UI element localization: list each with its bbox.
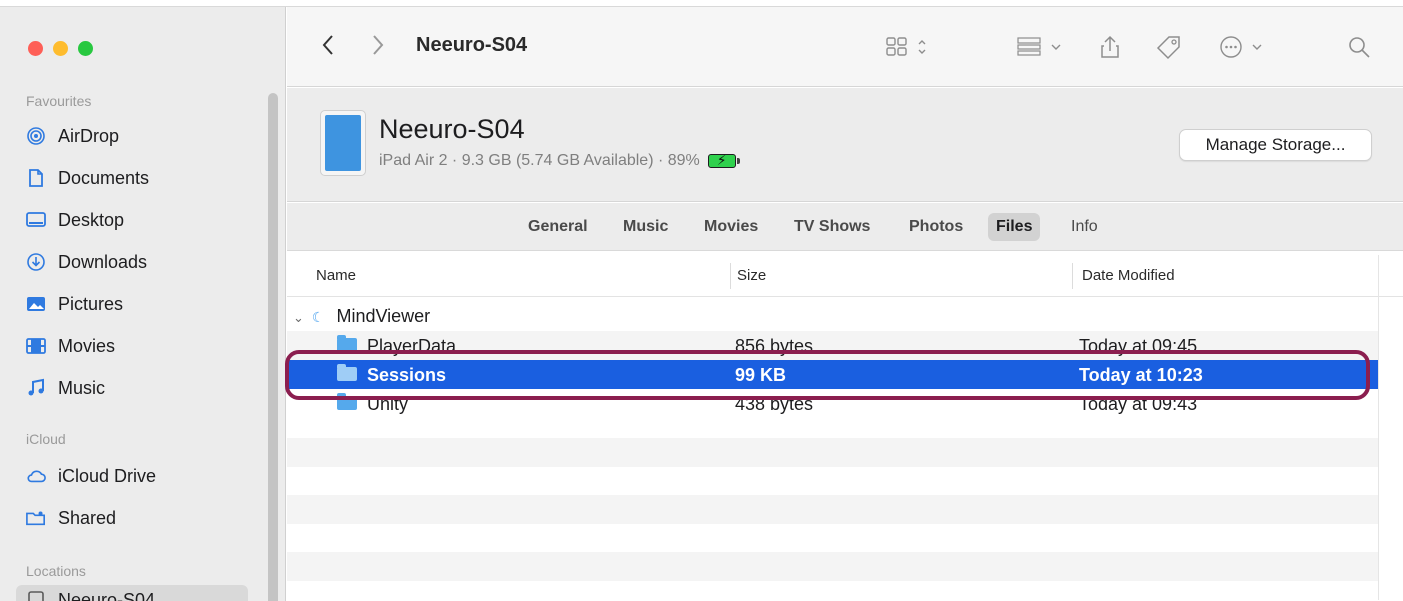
tag-icon[interactable] (1154, 35, 1184, 60)
file-date: Today at 10:23 (1079, 365, 1203, 385)
sidebar-item-icloud-drive[interactable]: iCloud Drive (26, 461, 256, 491)
column-header-date[interactable]: Date Modified (1082, 267, 1175, 284)
sidebar-item-label: Desktop (58, 209, 125, 230)
tab-general[interactable]: General (520, 213, 596, 241)
sidebar-scrollbar[interactable] (268, 93, 278, 601)
sidebar-item-downloads[interactable]: Downloads (26, 247, 256, 277)
sidebar-item-label: Music (58, 377, 106, 398)
sidebar-section-locations: Locations (26, 563, 86, 579)
window-title: Neeuro-S04 (416, 34, 528, 56)
document-icon (26, 168, 46, 188)
share-icon[interactable] (1099, 35, 1121, 59)
zoom-window-button[interactable] (78, 41, 93, 56)
device-info: iPad Air 2 · 9.3 GB (5.74 GB Available) … (379, 152, 740, 170)
tab-music[interactable]: Music (615, 213, 676, 241)
sidebar-item-desktop[interactable]: Desktop (26, 205, 256, 235)
sidebar-item-neeuro-s04[interactable]: Neeuro-S04 (16, 585, 248, 601)
file-date: Today at 09:45 (1079, 336, 1198, 356)
pictures-icon (26, 294, 46, 314)
manage-storage-button[interactable]: Manage Storage... (1179, 129, 1372, 161)
tab-info[interactable]: Info (1063, 213, 1106, 241)
download-icon (26, 252, 46, 272)
folder-icon (337, 393, 357, 411)
tab-movies[interactable]: Movies (696, 213, 766, 241)
list-item-sessions[interactable]: Sessions 99 KB Today at 10:23 (287, 360, 1379, 389)
file-size: 99 KB (735, 365, 787, 385)
forward-icon[interactable] (371, 33, 385, 62)
sidebar-item-label: AirDrop (58, 125, 120, 146)
battery-icon: ⚡ (707, 152, 740, 168)
file-name: PlayerData (367, 336, 457, 356)
ipad-icon (26, 590, 46, 601)
tab-tv-shows[interactable]: TV Shows (786, 213, 878, 241)
main-pane: Neeuro-S04 Neeuro-S04 iPad Air 2 · 9.3 G… (287, 7, 1403, 601)
view-grid-icon[interactable] (885, 35, 937, 59)
sidebar-item-movies[interactable]: Movies (26, 331, 256, 361)
search-icon[interactable] (1347, 35, 1371, 59)
sidebar-item-label: Shared (58, 507, 117, 528)
list-item-playerdata[interactable]: PlayerData 856 bytes Today at 09:45 (287, 331, 1379, 360)
movies-icon (26, 336, 46, 356)
ipad-icon (320, 110, 366, 176)
close-window-button[interactable] (28, 41, 43, 56)
sidebar-item-music[interactable]: Music (26, 373, 256, 403)
tab-files[interactable]: Files (988, 213, 1041, 241)
toolbar: Neeuro-S04 (287, 7, 1403, 87)
device-header: Neeuro-S04 iPad Air 2 · 9.3 GB (5.74 GB … (287, 88, 1403, 202)
device-info-text: iPad Air 2 · 9.3 GB (5.74 GB Available) … (379, 152, 700, 169)
list-edge-divider (1378, 255, 1379, 600)
column-header-row: Name Size Date Modified (287, 253, 1403, 297)
shared-folder-icon (26, 508, 46, 528)
sidebar-item-label: Pictures (58, 293, 124, 314)
desktop-icon (26, 210, 46, 230)
sidebar-item-airdrop[interactable]: AirDrop (26, 121, 256, 151)
file-name: Unity (367, 394, 409, 414)
folder-icon (337, 364, 357, 382)
file-date: Today at 09:43 (1079, 394, 1198, 414)
empty-row (287, 552, 1379, 581)
file-size: 438 bytes (735, 394, 814, 414)
window-controls (28, 41, 93, 56)
tab-photos[interactable]: Photos (901, 213, 971, 241)
sidebar-item-label: Downloads (58, 251, 148, 272)
column-header-size[interactable]: Size (737, 267, 766, 284)
chevron-down-icon[interactable]: ⌄ (293, 310, 304, 325)
empty-row (287, 438, 1379, 467)
music-icon (26, 378, 46, 398)
file-size: 856 bytes (735, 336, 814, 356)
airdrop-icon (26, 126, 46, 146)
back-icon[interactable] (321, 33, 335, 62)
sidebar-item-shared[interactable]: Shared (26, 503, 256, 533)
sidebar-section-favourites: Favourites (26, 93, 92, 109)
sidebar-item-label: iCloud Drive (58, 465, 157, 486)
sidebar-item-documents[interactable]: Documents (26, 163, 256, 193)
sidebar-section-icloud: iCloud (26, 431, 66, 447)
device-tabs: General Music Movies TV Shows Photos Fil… (287, 203, 1403, 251)
list-item-mindviewer[interactable]: ⌄ ☾ MindViewer (287, 301, 1379, 330)
sidebar: Favourites AirDrop Documents Desktop Dow… (0, 7, 286, 601)
group-by-icon[interactable] (1016, 35, 1072, 59)
cloud-icon (26, 466, 46, 486)
file-name: Sessions (367, 365, 447, 385)
more-actions-icon[interactable] (1219, 35, 1271, 59)
sidebar-item-label: Movies (58, 335, 116, 356)
empty-row (287, 495, 1379, 524)
folder-icon (337, 335, 357, 353)
app-icon: ☾ (311, 309, 325, 325)
minimize-window-button[interactable] (53, 41, 68, 56)
sidebar-item-label: Neeuro-S04 (58, 589, 156, 601)
sidebar-item-pictures[interactable]: Pictures (26, 289, 256, 319)
sidebar-item-label: Documents (58, 167, 150, 188)
list-item-unity[interactable]: Unity 438 bytes Today at 09:43 (287, 389, 1379, 418)
column-header-name[interactable]: Name (316, 267, 356, 284)
file-name: MindViewer (336, 306, 431, 326)
finder-window: Favourites AirDrop Documents Desktop Dow… (0, 6, 1403, 601)
device-name: Neeuro-S04 (379, 114, 525, 144)
file-list: ⌄ ☾ MindViewer PlayerData 856 bytes Today … (287, 297, 1403, 601)
